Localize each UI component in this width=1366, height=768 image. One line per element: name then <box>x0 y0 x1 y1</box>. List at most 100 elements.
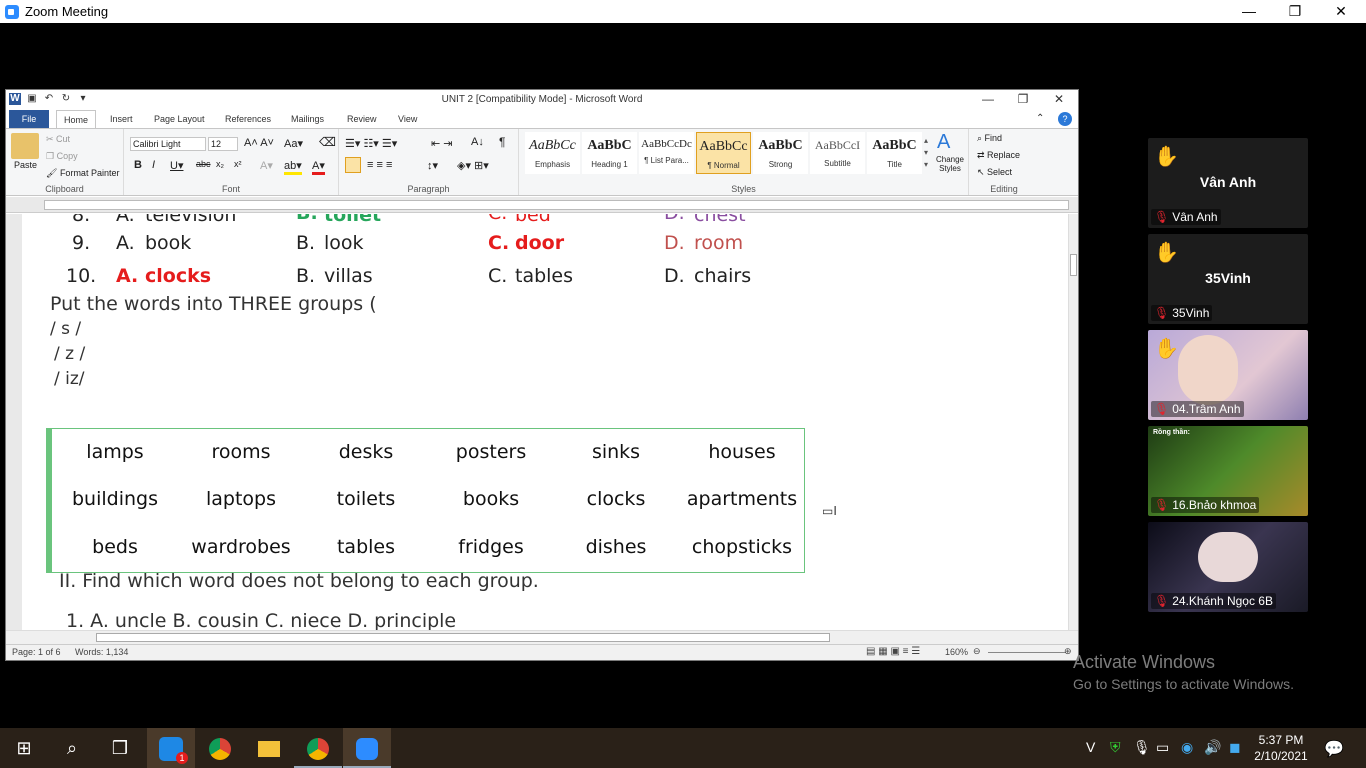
word-count[interactable]: Words: 1,134 <box>75 647 128 657</box>
network-icon[interactable]: ▭ <box>1156 739 1169 756</box>
style-heading-1[interactable]: AaBbC Heading 1 <box>582 132 637 174</box>
text-effects-button[interactable]: A▾ <box>260 159 273 172</box>
style-normal[interactable]: AaBbCc ¶ Normal <box>696 132 751 174</box>
q9-b-word: look <box>324 232 364 254</box>
font-color-button[interactable]: A▾ <box>312 159 325 175</box>
style-emphasis[interactable]: AaBbCc Emphasis <box>525 132 580 174</box>
chrome-profile-icon[interactable] <box>294 728 342 768</box>
clock[interactable]: 5:37 PM 2/10/2021 <box>1252 732 1310 764</box>
styles-scroll-icon[interactable]: ▴ ▾ ▾ <box>924 135 928 171</box>
align-left-button[interactable] <box>345 157 361 173</box>
ribbon-collapse-icon[interactable]: ⌃ <box>1036 110 1044 128</box>
horizontal-ruler[interactable] <box>6 197 1078 213</box>
style-list-paragraph[interactable]: AaBbCcDc ¶ List Para... <box>639 132 694 174</box>
bullets-button[interactable]: ☰▾ ☷▾ ☰▾ <box>345 137 397 150</box>
tab-view[interactable]: View <box>398 110 417 128</box>
tab-mailings[interactable]: Mailings <box>291 110 324 128</box>
cut-button[interactable]: ✂ Cut <box>46 134 70 145</box>
chrome-icon[interactable] <box>196 728 244 768</box>
page-count[interactable]: Page: 1 of 6 <box>12 647 61 657</box>
strikethrough-button[interactable]: abc <box>196 159 211 169</box>
zoom-taskbar-icon[interactable] <box>343 728 391 768</box>
file-explorer-icon[interactable] <box>245 728 293 768</box>
line-spacing-button[interactable]: ↕▾ <box>427 159 438 172</box>
help-icon[interactable]: ? <box>1058 112 1072 126</box>
replace-button[interactable]: ⇄ Replace <box>977 150 1020 161</box>
close-button[interactable]: ✕ <box>1318 0 1364 23</box>
view-buttons[interactable]: ▤ ▦ ▣ ≡ ☰ <box>866 646 920 657</box>
shading-button[interactable]: ◈▾ ⊞▾ <box>457 159 489 172</box>
tray-shield-icon[interactable]: ⛨ <box>1110 739 1121 756</box>
underline-button[interactable]: U▾ <box>170 159 183 172</box>
participant-tile[interactable]: ✋ 🎙 04.Trâm Anh <box>1148 330 1308 420</box>
task-view-icon[interactable]: ❒ <box>96 728 144 768</box>
horizontal-scroll-thumb[interactable] <box>96 633 830 642</box>
paste-icon[interactable] <box>11 133 39 159</box>
zoom-out-icon[interactable]: ⊖ <box>973 646 981 657</box>
participant-tile[interactable]: 🎙 24.Khánh Ngọc 6B <box>1148 522 1308 612</box>
select-button[interactable]: ↖ Select <box>977 167 1012 178</box>
change-styles-icon[interactable]: A <box>937 131 950 154</box>
document-page[interactable]: 8. A. television B. toilet C. bed D. che… <box>22 214 1068 630</box>
sort-icon[interactable]: A↓ <box>471 136 484 148</box>
show-marks-icon[interactable]: ¶ <box>499 135 505 149</box>
zalo-app-icon[interactable]: 1 <box>147 728 195 768</box>
minimize-button[interactable]: — <box>1226 0 1272 23</box>
tab-file[interactable]: File <box>9 110 49 128</box>
vertical-scroll-thumb[interactable] <box>1070 254 1077 276</box>
format-painter-button[interactable]: 🖌 Format Painter <box>46 168 119 179</box>
word-close-button[interactable]: ✕ <box>1042 92 1076 106</box>
grow-font-button[interactable]: A˄ A˅ <box>244 137 274 149</box>
tab-insert[interactable]: Insert <box>110 110 133 128</box>
vertical-scrollbar[interactable] <box>1068 214 1078 630</box>
superscript-button[interactable]: x² <box>234 159 242 169</box>
q10-a-word: clocks <box>145 265 212 287</box>
start-button[interactable]: ⊞ <box>0 728 48 768</box>
volume-icon[interactable]: 🔊 <box>1204 739 1221 756</box>
indent-buttons[interactable]: ⇤ ⇥ <box>431 137 453 150</box>
tab-home[interactable]: Home <box>56 110 97 128</box>
style-strong[interactable]: AaBbC Strong <box>753 132 808 174</box>
tray-v-icon[interactable]: V <box>1086 739 1095 755</box>
change-styles-button[interactable]: Change Styles <box>933 155 967 173</box>
tab-page-layout[interactable]: Page Layout <box>154 110 205 128</box>
restore-button[interactable]: ❐ <box>1272 0 1318 23</box>
search-icon[interactable]: ⌕ <box>48 728 96 768</box>
style-title[interactable]: AaBbC Title <box>867 132 922 174</box>
notifications-icon[interactable]: 💬 <box>1324 739 1344 759</box>
clear-format-icon[interactable]: ⌫ <box>319 135 336 149</box>
word-table: lamps rooms desks posters sinks houses b… <box>46 428 805 573</box>
font-name-field[interactable]: Calibri Light <box>130 137 206 151</box>
tab-references[interactable]: References <box>225 110 271 128</box>
find-button[interactable]: ⌕ Find <box>977 133 1002 144</box>
align-buttons[interactable]: ≡ ≡ ≡ <box>367 159 392 171</box>
subscript-button[interactable]: x₂ <box>216 159 224 169</box>
vertical-ruler[interactable] <box>6 214 22 630</box>
q10-a-letter: A. <box>116 265 139 287</box>
notification-badge: 1 <box>176 752 188 765</box>
word-minimize-button[interactable]: — <box>971 92 1005 106</box>
zoom-in-icon[interactable]: ⊕ <box>1064 646 1072 657</box>
paste-button[interactable]: Paste <box>14 160 37 170</box>
tab-review[interactable]: Review <box>347 110 377 128</box>
participant-tile[interactable]: ✋ Vân Anh 🎙 Vân Anh <box>1148 138 1308 228</box>
participant-tile[interactable]: Rồng thần: 🎙 16.Bnảo khmoa <box>1148 426 1308 516</box>
zoom-slider[interactable] <box>988 652 1066 653</box>
word-window: W ▣ ↶ ↻ ▾ UNIT 2 [Compatibility Mode] - … <box>5 89 1079 661</box>
highlight-button[interactable]: ab▾ <box>284 159 302 175</box>
italic-button[interactable]: I <box>152 159 155 171</box>
font-size-field[interactable]: 12 <box>208 137 238 151</box>
copy-button[interactable]: ❐ Copy <box>46 151 78 162</box>
zoom-level[interactable]: 160% <box>945 647 968 657</box>
q10-d-letter: D. <box>664 265 685 287</box>
microphone-icon[interactable]: 🎙 <box>1133 739 1151 756</box>
horizontal-scrollbar[interactable] <box>6 630 1078 644</box>
participant-tile[interactable]: ✋ 35Vinh 🎙 35Vinh <box>1148 234 1308 324</box>
tray-zoom-icon[interactable]: ◼ <box>1229 739 1241 756</box>
bold-button[interactable]: B <box>134 159 142 171</box>
change-case-button[interactable]: Aa▾ <box>284 137 303 150</box>
style-subtitle[interactable]: AaBbCcI Subtitle <box>810 132 865 174</box>
word-restore-button[interactable]: ❐ <box>1006 92 1040 106</box>
find-icon: ⌕ <box>977 133 985 143</box>
tray-zalo-icon[interactable]: ◉ <box>1181 739 1193 756</box>
